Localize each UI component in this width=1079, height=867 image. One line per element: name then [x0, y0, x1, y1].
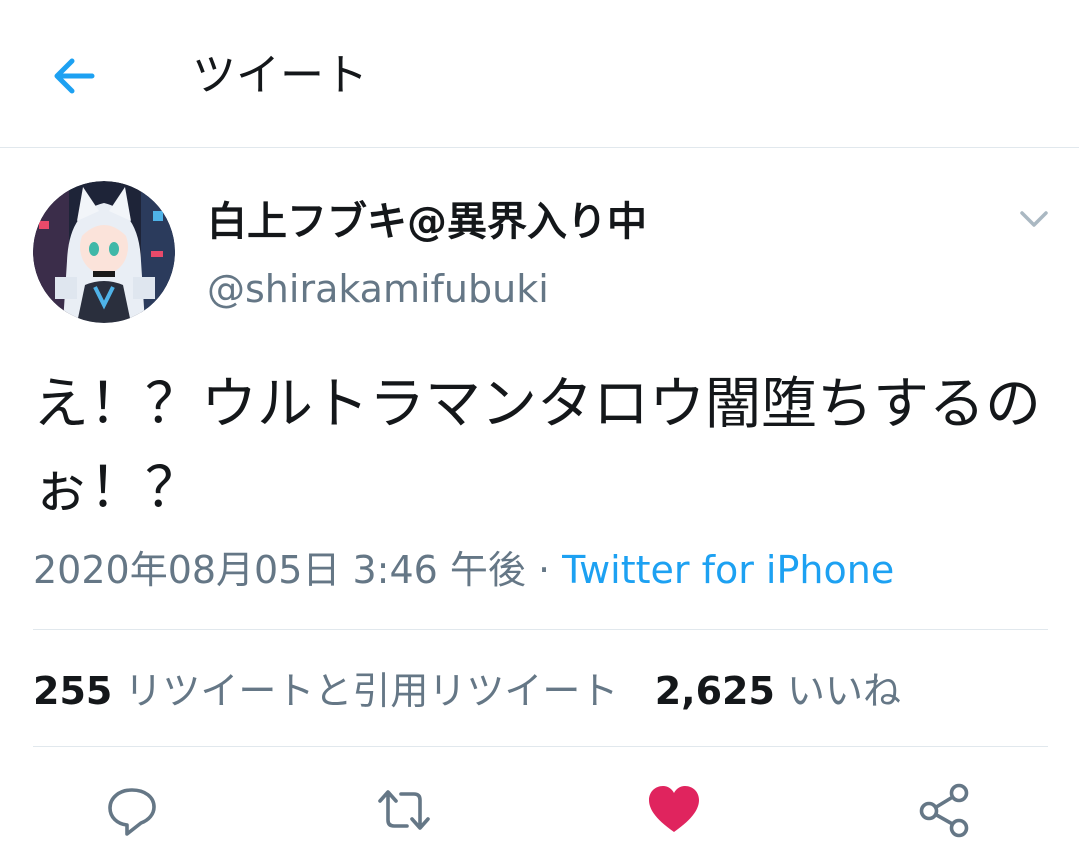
likes-count[interactable]: 2,625: [655, 669, 775, 713]
divider: [33, 629, 1048, 630]
arrow-left-icon[interactable]: [48, 50, 100, 102]
header-bar: ツイート: [0, 0, 1079, 148]
page-title: ツイート: [192, 50, 368, 101]
avatar[interactable]: [33, 181, 175, 323]
divider: [33, 746, 1048, 747]
tweet-source-link[interactable]: Twitter for iPhone: [562, 548, 894, 592]
reply-icon[interactable]: [104, 782, 160, 838]
retweets-label[interactable]: リツイートと引用リツイート: [124, 669, 618, 713]
author-name[interactable]: 白上フブキ@異界入り中: [207, 194, 647, 250]
share-icon[interactable]: [916, 782, 972, 838]
heart-icon[interactable]: [646, 782, 702, 838]
likes-label[interactable]: いいね: [787, 669, 901, 713]
retweet-icon[interactable]: [376, 782, 432, 838]
tweet-stats: 255 リツイートと引用リツイート 2,625 いいね: [33, 661, 901, 721]
author-handle[interactable]: @shirakamifubuki: [207, 262, 549, 316]
retweets-count[interactable]: 255: [33, 669, 112, 713]
chevron-down-icon[interactable]: [1016, 204, 1052, 234]
tweet-meta: 2020年08月05日 3:46 午後 · Twitter for iPhone: [33, 540, 894, 600]
tweet-datetime: 2020年08月05日 3:46 午後: [33, 548, 526, 592]
tweet-text: え！？ウルトラマンタロウ闇堕ちするのぉ！？: [33, 372, 1041, 521]
meta-separator: ·: [525, 548, 563, 592]
